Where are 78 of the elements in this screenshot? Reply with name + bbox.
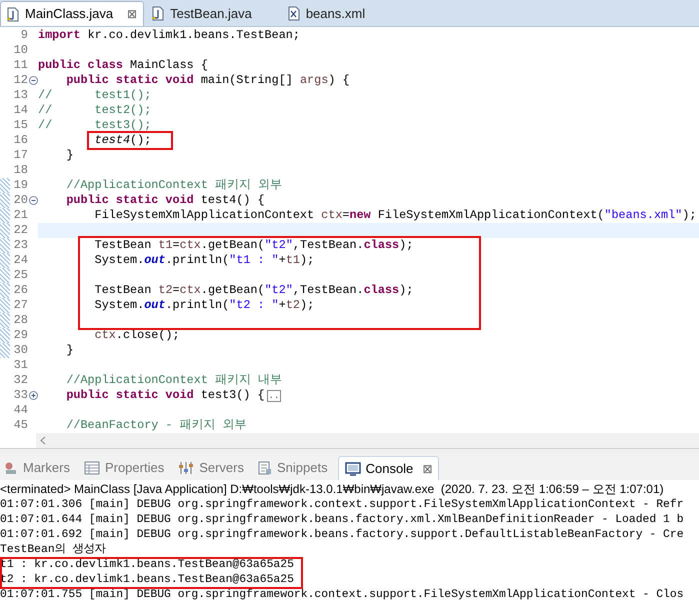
code-line: public static void main(String[] args) { [65, 73, 350, 87]
line-number: 16 [12, 133, 28, 148]
editor-tab[interactable]: MainClass.java ⊠ [0, 1, 144, 26]
snippets-icon [258, 461, 272, 475]
servers-icon [178, 461, 194, 475]
console-line: t1 : kr.co.devlimk1.beans.TestBean@63a65a25 [0, 558, 295, 573]
line-number: 23 [12, 238, 28, 253]
console-line: 01:07:01.692 [main] DEBUG org.springframework.beans.factory.support.DefaultListableBeanFactory - Cre [0, 528, 685, 543]
console-icon [344, 462, 361, 476]
line-number: 10 [12, 43, 28, 58]
line-number: 29 [12, 328, 28, 343]
line-number: 22 [12, 223, 28, 238]
code-line: TestBean t1=ctx.getBean("t2",TestBean.class); [94, 238, 414, 252]
console-line: t2 : kr.co.devlimk1.beans.TestBean@63a65a25 [0, 573, 295, 588]
java-file-icon [152, 6, 164, 21]
code-line: } [65, 343, 74, 357]
code-line: System.out.println("t2 : "+t2); [94, 298, 314, 312]
markers-icon [4, 461, 18, 475]
line-number: 11 [12, 58, 28, 73]
line-number: 15 [12, 118, 28, 133]
line-number: 30 [12, 343, 28, 358]
horizontal-scrollbar[interactable] [36, 433, 699, 448]
code-line: // test1(); [38, 88, 152, 102]
line-number: 31 [12, 358, 28, 373]
code-line: public class MainClass { [38, 58, 208, 72]
code-line: public static void test3() { .. [65, 388, 282, 402]
java-file-icon [7, 6, 19, 22]
code-line: System.out.println("t1 : "+t1); [94, 253, 314, 267]
close-button[interactable]: ⊠ [422, 460, 432, 478]
console-line: TestBean의 생성자 [0, 543, 107, 558]
panel-tab[interactable]: Snippets [254, 456, 332, 480]
properties-icon [84, 461, 100, 475]
line-number: 45 [12, 418, 28, 433]
panel-tab[interactable]: Properties [80, 456, 168, 480]
code-line: //BeanFactory - 패키지 외부 [65, 418, 247, 432]
line-number: 14 [12, 103, 28, 118]
editor-tab[interactable]: TestBean.java [144, 1, 260, 26]
line-number: 33 [12, 388, 28, 403]
panel-tab[interactable]: Servers [174, 456, 248, 480]
panel-tab[interactable]: Markers [0, 456, 74, 480]
code-line: //ApplicationContext 패키지 외부 [65, 178, 282, 192]
line-number: 25 [12, 268, 28, 283]
code-line: import kr.co.devlimk1.beans.TestBean; [38, 28, 300, 42]
code-line: // test3(); [38, 118, 152, 132]
xml-file-icon [288, 6, 300, 21]
console-line: 01:07:01.306 [main] DEBUG org.springframework.context.support.FileSystemXmlApplicationContext - Refr [0, 498, 685, 513]
code-line: ctx.close(); [94, 328, 180, 342]
line-number: 24 [12, 253, 28, 268]
close-button[interactable]: ⊠ [127, 5, 138, 23]
line-number: 9 [20, 28, 28, 43]
collapse-icon[interactable] [28, 196, 38, 205]
line-number: 20 [12, 193, 28, 208]
code-line: } [65, 148, 74, 162]
line-number: 19 [12, 178, 28, 193]
console-line: 01:07:01.644 [main] DEBUG org.springframework.beans.factory.xml.XmlBeanDefinitionReader - Loaded 1 b [0, 513, 685, 528]
code-line: test4(); [94, 133, 152, 147]
code-line: TestBean t2=ctx.getBean("t2",TestBean.class); [94, 283, 414, 297]
code-line: // test2(); [38, 103, 152, 117]
line-number: 26 [12, 283, 28, 298]
code-line: FileSystemXmlApplicationContext ctx=new FileSystemXmlApplicationContext("beans.xml"); [94, 208, 696, 222]
panel-tab[interactable]: Console ⊠ [338, 456, 440, 480]
line-number: 44 [12, 403, 28, 418]
line-number: 12 [12, 73, 28, 88]
collapse-icon[interactable] [28, 76, 38, 85]
line-number: 28 [12, 313, 28, 328]
console-line: 01:07:01.755 [main] DEBUG org.springframework.context.support.FileSystemXmlApplicationContext - Clos [0, 588, 685, 603]
expand-icon[interactable] [28, 391, 38, 400]
code-line: //ApplicationContext 패키지 내부 [65, 373, 282, 387]
line-number: 21 [12, 208, 28, 223]
line-number: 27 [12, 298, 28, 313]
editor-tab[interactable]: beans.xml [280, 1, 374, 26]
scroll-left-icon[interactable] [40, 436, 46, 445]
code-line: public static void test4() { [65, 193, 265, 207]
line-number: 13 [12, 88, 28, 103]
line-number: 17 [12, 148, 28, 163]
line-number: 32 [12, 373, 28, 388]
folded-code-marker[interactable]: .. [266, 390, 282, 402]
line-number: 18 [12, 163, 28, 178]
